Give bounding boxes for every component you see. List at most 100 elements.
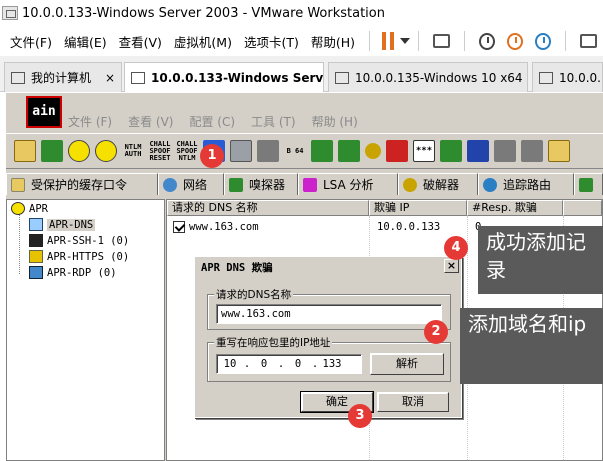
cain-menu-view[interactable]: 查看 (V) [128,113,173,130]
vm-icon [131,71,145,84]
vmware-app-icon [2,6,18,20]
certificate-icon[interactable] [257,140,279,162]
tab-vm-135[interactable]: 10.0.0.135-Windows 10 x64 × [328,62,528,92]
tree-item-apr-https[interactable]: APR-HTTPS (0) [29,250,129,263]
col-header-resp[interactable]: #Resp. 欺骗 [467,200,563,216]
apr-start-icon[interactable] [95,140,117,162]
more-icon [579,177,593,192]
tab-traceroute[interactable]: 追踪路由 [478,173,574,195]
toolbar-separator [417,31,419,51]
tree-item-apr-dns[interactable]: APR-DNS [29,218,96,231]
col-header-dns-name[interactable]: 请求的 DNS 名称 [167,200,369,216]
wep-icon[interactable] [338,140,360,162]
ip-octet-3[interactable]: 0 [285,358,311,370]
menu-edit[interactable]: 编辑(E) [58,32,113,51]
dialog-title: APR DNS 欺骗 [197,259,459,277]
window-titlebar: 10.0.0.133-Windows Server 2003 - VMware … [0,0,603,26]
open-folder-icon[interactable] [14,140,36,162]
pause-icon[interactable] [381,32,394,50]
cain-toolbar: NTLM AUTH CHALL SPOOF RESET CHALL SPOOF … [6,133,603,169]
chall-spoof-reset-icon[interactable]: CHALL SPOOF RESET [149,140,171,162]
tab-more[interactable] [574,173,603,195]
step-marker-2: 2 [424,320,448,344]
col-header-empty [563,200,602,216]
revert-snapshot-icon[interactable] [506,32,523,50]
vm-tabbar: 我的计算机 × 10.0.0.133-Windows Serv… × 10.0.… [0,56,603,92]
folder-icon [11,177,25,192]
apr-icon[interactable] [68,140,90,162]
hash-calculator-icon[interactable] [311,140,333,162]
menu-vm[interactable]: 虚拟机(M) [168,32,238,51]
lsa-icon [303,177,317,192]
ip-octet-1[interactable]: 10 [217,358,243,370]
menu-view[interactable]: 查看(V) [113,32,168,51]
tab-cracker[interactable]: 破解器 [398,173,478,195]
menu-file[interactable]: 文件(F) [0,32,58,51]
tab-my-computer[interactable]: 我的计算机 × [4,62,122,92]
ip-address-input[interactable]: 10 . 0 . 0 . 133 [216,354,362,374]
cain-tabbar: 受保护的缓存口令 网络 嗅探器 LSA 分析 破解器 追踪路由 [6,173,603,195]
col-header-spoof-ip[interactable]: 欺骗 IP [369,200,467,216]
step-marker-4: 4 [444,236,468,260]
sniffer-start-icon[interactable] [41,140,63,162]
fullscreen-icon[interactable] [579,34,597,48]
tab-vm-other[interactable]: 10.0.0. [532,62,603,92]
toolbar-separator [463,31,465,51]
delete-icon[interactable] [230,140,252,162]
callout-success: 成功添加记录 [478,226,603,294]
tree-root-apr[interactable]: APR [11,202,48,215]
chevron-down-icon[interactable] [399,38,410,44]
cain-header: ain 文件 (F) 查看 (V) 配置 (C) 工具 (T) 帮助 (H) [6,93,603,131]
apr-tree: APR APR-DNS APR-SSH-1 (0) APR-HTTPS (0) … [6,199,165,461]
resolve-button[interactable]: 解析 [370,353,444,375]
table-row[interactable]: www.163.com 10.0.0.133 0 [167,219,481,235]
password-box-icon[interactable]: *** [413,140,435,162]
tools-icon[interactable] [494,140,516,162]
menu-help[interactable]: 帮助(H) [305,32,361,51]
step-marker-1: 1 [200,144,224,168]
base64-icon[interactable]: B 64 [284,140,306,162]
tree-item-apr-rdp[interactable]: APR-RDP (0) [29,266,117,279]
ntlm-auth-icon[interactable]: NTLM AUTH [122,140,144,162]
ip-octet-2[interactable]: 0 [251,358,277,370]
ip-octet-4[interactable]: 133 [319,358,345,370]
globe-icon [163,177,177,192]
lsa-secrets-icon[interactable] [440,140,462,162]
rdp-decoder-icon[interactable] [386,140,408,162]
dns-name-input[interactable]: www.163.com [216,304,442,324]
tab-lsa[interactable]: LSA 分析 [298,173,398,195]
lock-icon [29,250,43,263]
tab-vm-133[interactable]: 10.0.0.133-Windows Serv… × [124,62,324,92]
cancel-button[interactable]: 取消 [377,392,449,412]
cain-menu-config[interactable]: 配置 (C) [189,113,235,130]
cain-menu-help[interactable]: 帮助 (H) [312,113,358,130]
row-dns-name: www.163.com [189,221,259,233]
cain-menu-file[interactable]: 文件 (F) [68,113,112,130]
terminal-icon [29,234,43,247]
screen-icon[interactable] [467,140,489,162]
send-keys-icon[interactable] [432,34,450,48]
close-icon[interactable]: × [523,71,527,85]
close-icon[interactable]: × [97,71,115,85]
cain-logo: ain [26,96,62,128]
menu-tabs[interactable]: 选项卡(T) [238,32,305,51]
row-checkbox[interactable] [173,221,185,233]
key-icon[interactable] [365,143,381,159]
tab-protected-cache[interactable]: 受保护的缓存口令 [6,173,158,195]
tab-sniffer[interactable]: 嗅探器 [224,173,298,195]
chall-spoof-ntlm-icon[interactable]: CHALL SPOOF NTLM [176,140,198,162]
computer-icon [11,71,25,84]
vmware-menubar: 文件(F) 编辑(E) 查看(V) 虚拟机(M) 选项卡(T) 帮助(H) [0,26,603,56]
extra-tool-icon[interactable] [548,140,570,162]
dns-name-group: 请求的DNS名称 www.163.com [207,287,451,330]
cain-menu-tools[interactable]: 工具 (T) [251,113,296,130]
tree-item-apr-ssh[interactable]: APR-SSH-1 (0) [29,234,129,247]
network-icon[interactable] [521,140,543,162]
close-icon[interactable]: × [444,259,459,273]
snapshot-icon[interactable] [478,32,495,50]
vm-icon [335,71,349,84]
snapshot-manager-icon[interactable] [534,32,552,50]
ip-dot: . [243,358,251,370]
apr-icon [11,202,25,215]
tab-network[interactable]: 网络 [158,173,224,195]
